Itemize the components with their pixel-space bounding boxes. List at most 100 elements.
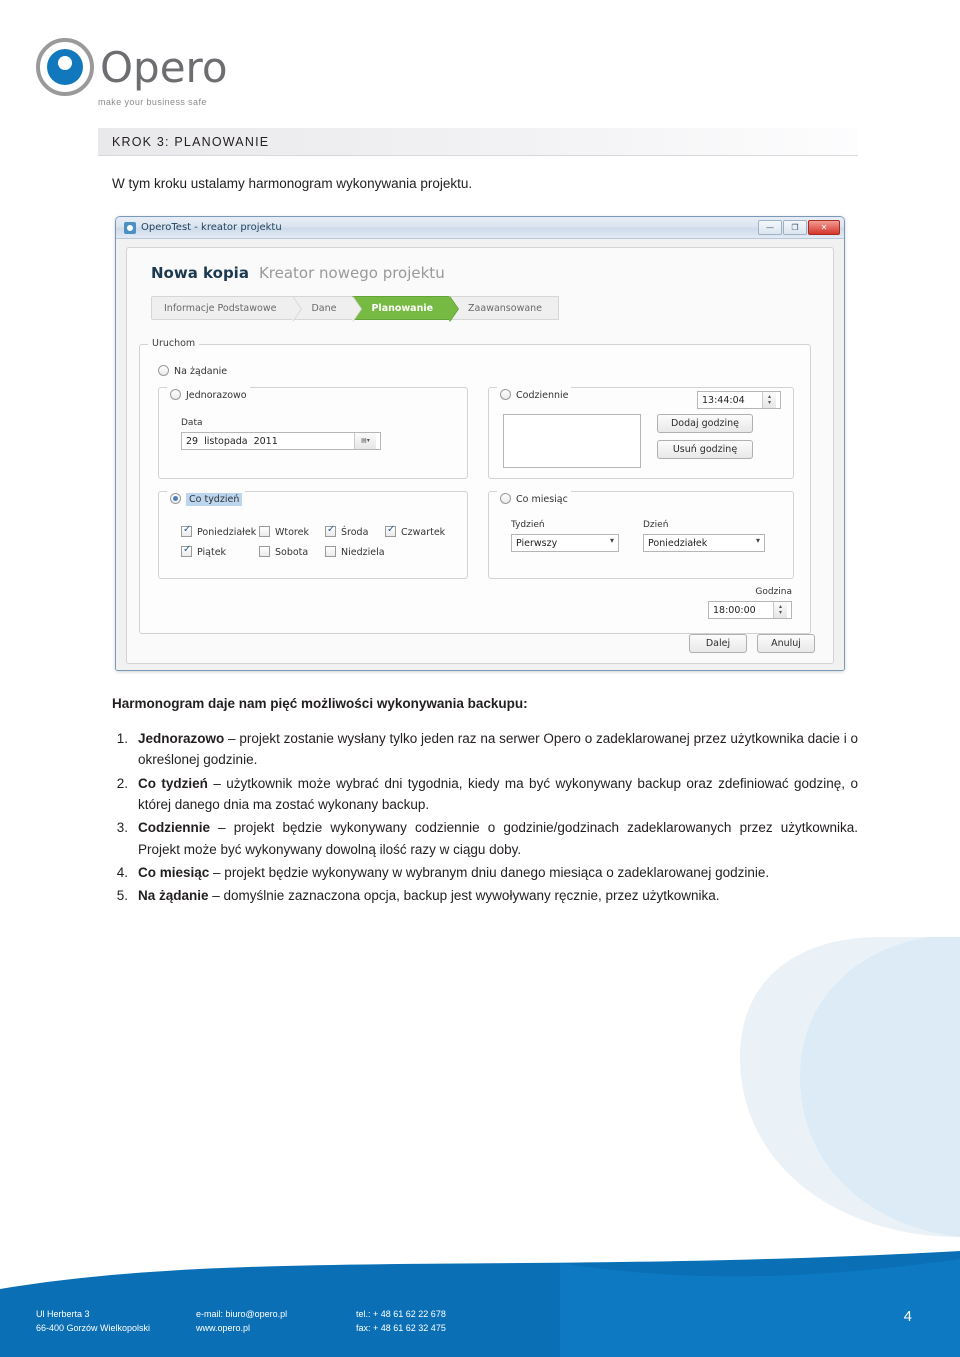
- radio-daily[interactable]: [500, 389, 511, 400]
- daily-group: Codziennie 13:44:04 ▴ ▾ Dodaj godzinę Usu…: [488, 383, 794, 479]
- label-sunday: Niedziela: [341, 547, 385, 558]
- label-friday: Piątek: [197, 547, 227, 558]
- list-item-bold: Co tydzień: [138, 775, 208, 791]
- list-item-number: 5.: [116, 888, 128, 904]
- checkbox-sunday[interactable]: [325, 546, 336, 557]
- list-item-number: 1.: [116, 731, 128, 746]
- hour-value: 18:00:00: [713, 604, 756, 616]
- radio-once[interactable]: [170, 389, 181, 400]
- list-item-number: 3.: [116, 820, 128, 836]
- label-day: Dzień: [643, 520, 669, 530]
- label-saturday: Sobota: [275, 547, 309, 558]
- background-decoration: [740, 937, 960, 1237]
- list-item-bold: Co miesiąc: [138, 864, 210, 880]
- radio-weekly[interactable]: [170, 493, 181, 504]
- list-item-bold: Na żądanie: [138, 888, 209, 904]
- list-item-rest: – projekt będzie wykonywany w wybranym d…: [209, 864, 770, 880]
- checkbox-thursday[interactable]: [385, 524, 396, 537]
- footer-address: Ul Herberta 3 66-400 Gorzów Wielkopolski: [36, 1308, 156, 1335]
- week-select[interactable]: Pierwszy: [511, 534, 619, 552]
- date-field[interactable]: 29 listopada 2011 ▤▾: [181, 432, 381, 450]
- app-icon: [124, 221, 136, 234]
- maximize-button[interactable]: ❐: [783, 220, 807, 235]
- radio-on-demand[interactable]: [158, 365, 169, 376]
- wizard-step-basic-info[interactable]: Informacje Podstawowe: [151, 296, 303, 322]
- daily-time-field[interactable]: 13:44:04 ▴ ▾: [697, 391, 781, 409]
- time-spinner[interactable]: ▴ ▾: [762, 392, 776, 408]
- intro-text: W tym kroku ustalamy harmonogram wykonyw…: [112, 176, 473, 191]
- hour-spinner[interactable]: ▴ ▾: [773, 602, 787, 618]
- list-item-text: Codziennie – projekt będzie wykonywany c…: [138, 817, 858, 860]
- checkbox-thursday-row[interactable]: Czwartek: [385, 520, 455, 539]
- app-screenshot: OperoTest - kreator projektu — ❐ ✕ Nowa …: [115, 216, 845, 671]
- lead-text: Harmonogram daje nam pięć możliwości wyk…: [112, 696, 528, 711]
- hour-field[interactable]: 18:00:00 ▴ ▾: [708, 601, 792, 619]
- minimize-button[interactable]: —: [758, 220, 782, 235]
- wizard-step-advanced[interactable]: Zaawansowane: [449, 296, 560, 320]
- footer-address-line2: 66-400 Gorzów Wielkopolski: [36, 1322, 151, 1333]
- checkbox-monday-row[interactable]: Poniedziałek: [181, 520, 259, 539]
- checkbox-saturday[interactable]: [259, 546, 270, 557]
- date-month: listopada: [204, 435, 248, 447]
- footer-address-line1: Ul Herberta 3: [36, 1309, 90, 1319]
- brand-logo: Opero make your business safe: [36, 38, 296, 118]
- checkbox-friday-row[interactable]: Piątek: [181, 540, 259, 559]
- list-item-rest: – projekt będzie wykonywany codziennie o…: [138, 820, 858, 857]
- label-monday: Poniedziałek: [197, 527, 257, 538]
- footer-decoration: [0, 1251, 960, 1357]
- svg-text:Opero: Opero: [100, 43, 228, 92]
- label-monthly: Co miesiąc: [516, 494, 568, 505]
- label-week: Tydzień: [511, 520, 545, 530]
- options-list: 1. Jednorazowo – projekt zostanie wysłan…: [112, 728, 858, 909]
- run-group-legend: Uruchom: [148, 338, 200, 349]
- checkbox-friday[interactable]: [181, 544, 192, 557]
- date-day: 29: [186, 435, 199, 447]
- wizard-title: Nowa kopia: [151, 264, 249, 282]
- option-once[interactable]: Jednorazowo: [167, 383, 250, 402]
- label-tuesday: Wtorek: [275, 527, 309, 538]
- page-number: 4: [903, 1308, 912, 1325]
- footer-phone-line1: tel.: + 48 61 62 22 678: [356, 1309, 446, 1319]
- cancel-button[interactable]: Anuluj: [757, 634, 815, 653]
- label-weekly: Co tydzień: [186, 493, 243, 506]
- footer-phone: tel.: + 48 61 62 22 678 fax: + 48 61 62 …: [356, 1308, 476, 1335]
- opero-logo-icon: Opero: [36, 38, 228, 96]
- checkbox-monday[interactable]: [181, 524, 192, 537]
- label-hour: Godzina: [755, 587, 792, 597]
- step-title-bar: KROK 3: PLANOWANIE: [98, 128, 858, 156]
- window-title: OperoTest - kreator projektu: [141, 222, 282, 233]
- label-once: Jednorazowo: [186, 390, 247, 401]
- label-date: Data: [181, 418, 203, 428]
- option-weekly[interactable]: Co tydzień: [167, 487, 246, 506]
- monthly-group: Co miesiąc Tydzień Pierwszy Dzień Ponied…: [488, 487, 794, 579]
- once-group: Jednorazowo Data 29 listopada 2011 ▤▾: [158, 383, 468, 479]
- remove-hour-button[interactable]: Usuń godzinę: [657, 440, 753, 459]
- option-on-demand[interactable]: Na żądanie: [158, 359, 227, 378]
- date-year: 2011: [253, 435, 278, 447]
- checkbox-wednesday[interactable]: [325, 524, 336, 537]
- window-titlebar: OperoTest - kreator projektu — ❐ ✕: [116, 217, 844, 239]
- radio-monthly[interactable]: [500, 493, 511, 504]
- daily-times-list[interactable]: [503, 414, 641, 468]
- checkbox-sunday-row[interactable]: Niedziela: [325, 540, 385, 559]
- add-hour-button[interactable]: Dodaj godzinę: [657, 414, 753, 433]
- list-item: 1. Jednorazowo – projekt zostanie wysłan…: [112, 728, 858, 771]
- checkbox-saturday-row[interactable]: Sobota: [259, 540, 325, 559]
- option-daily[interactable]: Codziennie: [497, 383, 572, 402]
- list-item-rest: – projekt zostanie wysłany tylko jeden r…: [138, 731, 858, 768]
- day-select[interactable]: Poniedziałek: [643, 534, 765, 552]
- list-item-rest: – domyślnie zaznaczona opcja, backup jes…: [208, 888, 720, 904]
- option-monthly[interactable]: Co miesiąc: [497, 487, 571, 506]
- close-button[interactable]: ✕: [808, 220, 840, 235]
- next-button[interactable]: Dalej: [689, 634, 747, 653]
- checkbox-tuesday-row[interactable]: Wtorek: [259, 520, 325, 539]
- wizard-steps: Informacje Podstawowe Dane Planowanie Za…: [151, 296, 821, 322]
- footer-email-line2: www.opero.pl: [196, 1322, 251, 1333]
- wizard-step-planning[interactable]: Planowanie: [352, 296, 459, 322]
- run-group: Uruchom Na żądanie Jednorazowo Data 29 l…: [139, 338, 811, 634]
- checkbox-wednesday-row[interactable]: Środa: [325, 520, 385, 539]
- calendar-icon[interactable]: ▤▾: [354, 433, 376, 449]
- checkbox-tuesday[interactable]: [259, 526, 270, 537]
- footer-phone-line2: fax: + 48 61 62 32 475: [356, 1322, 446, 1333]
- list-item: 2. Co tydzień – użytkownik może wybrać d…: [112, 773, 858, 816]
